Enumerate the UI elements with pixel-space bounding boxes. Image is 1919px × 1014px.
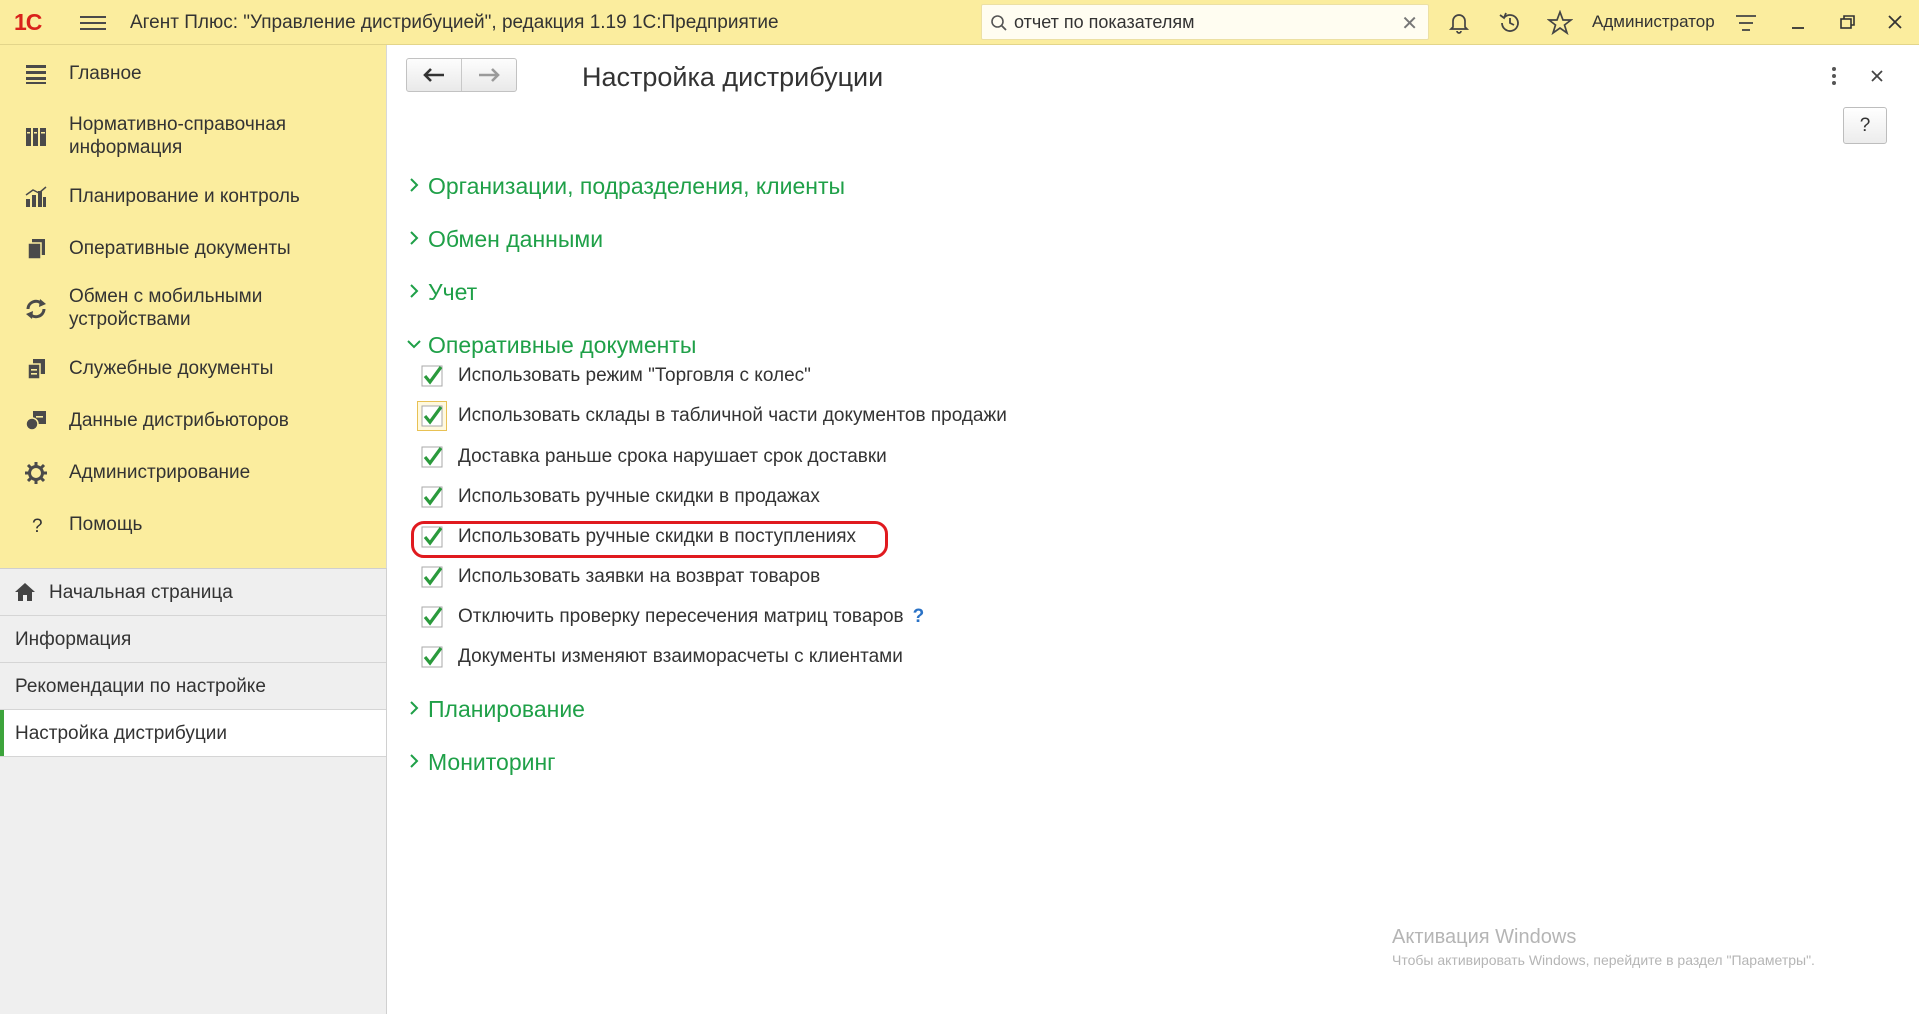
section-distributor-data[interactable]: Данные дистрибьюторов xyxy=(0,395,386,447)
main-menu-icon[interactable] xyxy=(80,12,106,34)
watermark-text: Чтобы активировать Windows, перейдите в … xyxy=(1392,952,1815,968)
section-planning-control[interactable]: Планирование и контроль xyxy=(0,171,386,223)
chevron-right-icon xyxy=(410,754,419,768)
section-service-docs[interactable]: Служебные документы xyxy=(0,343,386,395)
svg-text:?: ? xyxy=(32,516,43,537)
sync-icon xyxy=(26,299,46,319)
minimize-icon[interactable] xyxy=(1783,8,1813,36)
section-reference-info[interactable]: Нормативно-справочная информация xyxy=(0,103,386,171)
section-label: Оперативные документы xyxy=(69,238,291,259)
arrow-right-icon xyxy=(479,68,500,82)
page-label: Информация xyxy=(15,629,132,650)
page-information[interactable]: Информация xyxy=(0,616,386,663)
checkbox-checked-icon[interactable] xyxy=(421,446,443,468)
section-operational-docs[interactable]: Оперативные документы xyxy=(0,223,386,275)
checkbox-checked-icon[interactable] xyxy=(421,646,443,668)
section-label: Обмен с мобильными устройствами xyxy=(69,286,263,330)
option-label: Доставка раньше срока нарушает срок дост… xyxy=(458,446,887,467)
chevron-right-icon xyxy=(410,231,419,245)
favorites-star-icon[interactable] xyxy=(1547,10,1573,36)
option-label-text: Отключить проверку пересечения матриц то… xyxy=(458,606,904,627)
group-title: Планирование xyxy=(428,696,585,722)
windows-activation-watermark: Активация Windows Чтобы активировать Win… xyxy=(1392,926,1815,968)
form-area: Настройка дистрибуции ? Организации, под… xyxy=(387,45,1919,1014)
service-docs-icon xyxy=(27,359,45,380)
page-label: Начальная страница xyxy=(49,582,233,603)
option-label: Документы изменяют взаиморасчеты с клиен… xyxy=(458,646,903,667)
catalog-icon xyxy=(26,128,46,146)
documents-icon xyxy=(27,239,45,260)
section-label: Служебные документы xyxy=(69,358,274,379)
menu-lines-icon xyxy=(26,65,46,84)
section-label: Данные дистрибьюторов xyxy=(69,410,289,431)
page-setup-recommendations[interactable]: Рекомендации по настройке xyxy=(0,663,386,710)
back-button[interactable] xyxy=(407,59,461,91)
gear-icon xyxy=(25,462,47,484)
option-label: Использовать ручные скидки в поступления… xyxy=(458,526,856,547)
section-main[interactable]: Главное xyxy=(0,45,386,103)
page-distribution-settings[interactable]: Настройка дистрибуции xyxy=(0,710,386,757)
group-title: Обмен данными xyxy=(428,226,604,252)
current-user[interactable]: Администратор xyxy=(1592,12,1715,32)
settings-menu-icon[interactable] xyxy=(1734,12,1758,34)
page-home[interactable]: Начальная страница xyxy=(0,569,386,616)
forward-button[interactable] xyxy=(461,59,516,91)
chevron-down-icon xyxy=(407,340,421,349)
clear-search-icon[interactable]: ✕ xyxy=(1401,11,1418,36)
group-title: Учет xyxy=(428,279,478,305)
option-label: Использовать режим "Торговля с колес" xyxy=(458,365,811,386)
close-form-icon[interactable] xyxy=(1865,63,1889,89)
option-label: Отключить проверку пересечения матриц то… xyxy=(458,606,924,628)
arrow-left-icon xyxy=(423,68,444,82)
search-input[interactable] xyxy=(1014,10,1374,34)
option-label: Использовать заявки на возврат товаров xyxy=(458,566,821,587)
window-close-icon[interactable] xyxy=(1880,8,1910,36)
group-title: Организации, подразделения, клиенты xyxy=(428,173,846,199)
tooltip-question-icon[interactable]: ? xyxy=(913,606,925,627)
checkbox-checked-icon[interactable] xyxy=(421,365,443,387)
question-icon: ? xyxy=(32,516,43,537)
checkbox-checked-icon[interactable] xyxy=(421,405,443,427)
form-title: Настройка дистрибуции xyxy=(582,62,884,92)
watermark-title: Активация Windows xyxy=(1392,926,1577,948)
section-administration[interactable]: Администрирование xyxy=(0,447,386,499)
group-title: Мониторинг xyxy=(428,749,556,775)
sections-panel: Главное Нормативно-справочная информация… xyxy=(0,45,387,568)
section-label: Главное xyxy=(69,63,142,84)
more-actions-icon[interactable] xyxy=(1822,63,1846,89)
checkbox-checked-icon[interactable] xyxy=(421,606,443,628)
checkbox-checked-icon[interactable] xyxy=(421,486,443,508)
home-icon xyxy=(15,583,35,601)
option-label: Использовать ручные скидки в продажах xyxy=(458,486,820,507)
section-mobile-exchange[interactable]: Обмен с мобильными устройствами xyxy=(0,275,386,343)
history-icon[interactable] xyxy=(1497,10,1523,36)
section-label: Администрирование xyxy=(69,462,251,483)
help-button[interactable]: ? xyxy=(1843,107,1887,144)
app-logo[interactable]: 1С xyxy=(14,9,42,35)
distributor-data-icon xyxy=(25,411,46,431)
bar-chart-icon xyxy=(25,186,47,207)
group-title: Оперативные документы xyxy=(428,332,697,358)
page-label: Настройка дистрибуции xyxy=(15,723,227,744)
title-bar: 1С Агент Плюс: "Управление дистрибуцией"… xyxy=(0,0,1919,45)
checkbox-checked-icon[interactable] xyxy=(421,526,443,548)
section-help[interactable]: ? Помощь xyxy=(0,499,386,551)
chevron-right-icon xyxy=(410,178,419,192)
section-label: Планирование и контроль xyxy=(69,186,300,207)
checkbox-checked-icon[interactable] xyxy=(421,566,443,588)
page-label: Рекомендации по настройке xyxy=(15,676,266,697)
nav-buttons xyxy=(406,58,517,92)
chevron-right-icon xyxy=(410,284,419,298)
search-icon xyxy=(991,15,1007,31)
chevron-right-icon xyxy=(410,701,419,715)
section-label: Нормативно-справочная информация xyxy=(69,114,287,158)
app-title: Агент Плюс: "Управление дистрибуцией", р… xyxy=(130,12,779,33)
open-pages-panel: Начальная страница Информация Рекомендац… xyxy=(0,568,387,1014)
section-label: Помощь xyxy=(69,514,143,535)
restore-icon[interactable] xyxy=(1832,8,1862,36)
option-label: Использовать склады в табличной части до… xyxy=(458,405,1007,426)
search-box[interactable]: ✕ xyxy=(981,4,1429,40)
notifications-bell-icon[interactable] xyxy=(1447,10,1471,34)
